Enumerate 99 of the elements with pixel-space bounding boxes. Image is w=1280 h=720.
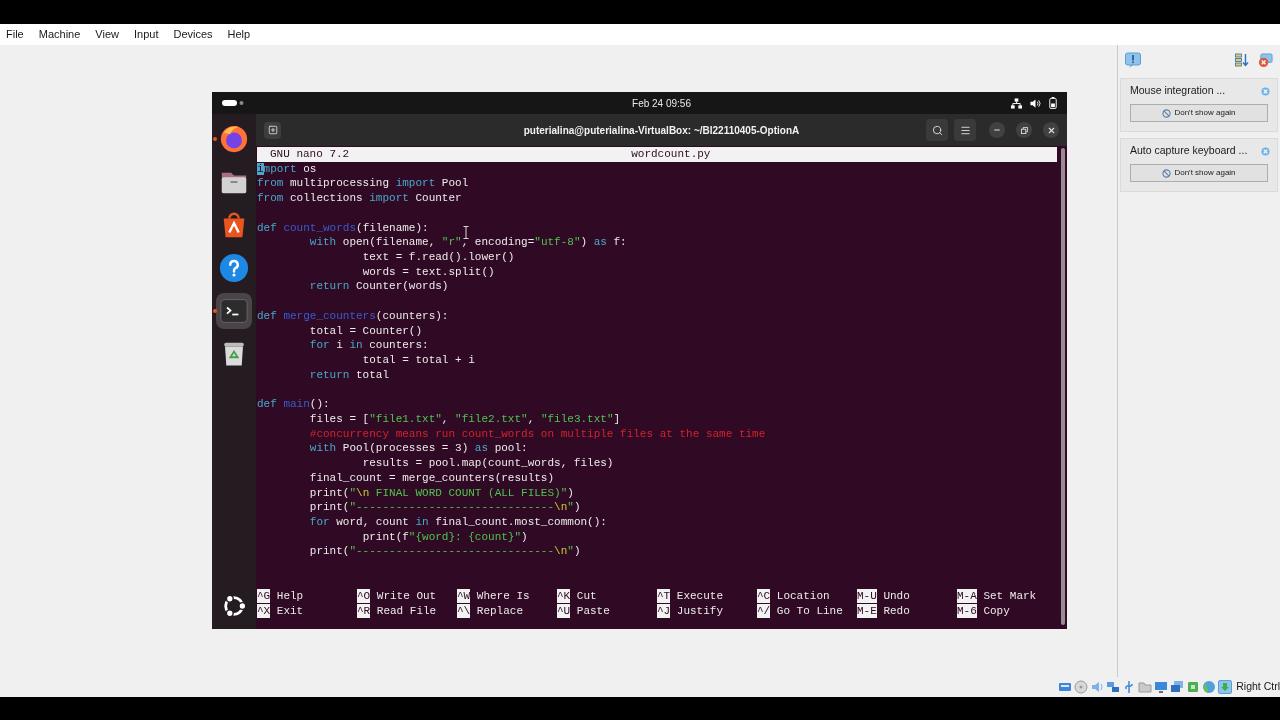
shortcut-label: Help	[276, 588, 304, 604]
shortcut-label: Write Out	[376, 588, 437, 604]
minimize-icon	[993, 126, 1001, 134]
shortcut-key: ^/	[757, 604, 771, 619]
shortcut-label: Execute	[676, 588, 723, 604]
code-line: from multiprocessing import Pool	[257, 176, 469, 192]
shortcut-key: ^R	[357, 604, 371, 619]
monitor-icon[interactable]	[1154, 680, 1169, 694]
code-line: print(f"{word}: {count}")	[362, 529, 528, 545]
scrollbar[interactable]	[1060, 148, 1065, 625]
menu-item[interactable]: Devices	[173, 26, 213, 43]
shortcut-key: ^T	[657, 589, 671, 604]
minimize-button[interactable]	[989, 122, 1005, 138]
shortcut-label: Undo	[883, 588, 910, 604]
code-line: results = pool.map(count_words, files)	[362, 456, 614, 471]
shortcut-label: Copy	[983, 603, 1010, 619]
dont-show-again-button[interactable]: Don't show again	[1130, 104, 1268, 122]
plus-square-icon	[267, 125, 278, 135]
battery-icon[interactable]	[1049, 97, 1057, 109]
clock[interactable]: Feb 24 09:56	[632, 95, 691, 111]
shortcut-key: ^\	[457, 604, 471, 619]
prohibited-icon	[1162, 108, 1172, 118]
close-all-icon[interactable]	[1258, 52, 1273, 68]
code-line: def count_words(filename):	[257, 220, 429, 236]
shortcut-key: ^W	[457, 589, 471, 604]
window-title: puterialina@puterialina-VirtualBox: ~/BI22110405-OptionA	[523, 123, 800, 138]
close-icon	[1046, 125, 1056, 135]
code-line: words = text.split()	[362, 264, 495, 280]
file-name: wordcount.py	[631, 147, 711, 162]
code-line: files = ["file1.txt", "file2.txt", "file3.txt"]	[309, 411, 621, 427]
code-line: from collections import Counter	[257, 191, 462, 206]
shortcut-label: Justify	[676, 603, 723, 619]
code-line: total = Counter()	[309, 323, 423, 339]
code-line: import os	[257, 161, 317, 177]
shortcut-label: Set Mark	[983, 588, 1037, 604]
shortcut-key: ^O	[357, 589, 371, 604]
shortcut-label: Exit	[276, 603, 304, 619]
prohibited-icon	[1162, 168, 1172, 178]
code-line: #concurrency means run count_words on multiple files at the same time	[309, 426, 766, 442]
menu-item[interactable]: Machine	[38, 26, 81, 43]
search-button[interactable]	[926, 119, 948, 141]
shortcut-label: Read File	[376, 603, 437, 619]
code-line: def merge_counters(counters):	[257, 308, 449, 324]
network-icon[interactable]	[1011, 97, 1022, 109]
shortcut-key: M-U	[857, 589, 877, 604]
code-line: with open(filename, "r", encoding="utf-8") as f:	[309, 235, 627, 251]
i-beam-cursor-icon	[463, 226, 469, 239]
code-line: final_count = merge_counters(results)	[309, 470, 555, 486]
notification-title: Mouse integration ...	[1130, 83, 1226, 99]
notification-icon[interactable]	[1125, 52, 1141, 68]
workspace-indicator-icon[interactable]	[222, 100, 244, 106]
code-line: with Pool(processes = 3) as pool:	[309, 441, 528, 457]
shortcut-label: Where Is	[476, 588, 530, 604]
sort-icon[interactable]	[1235, 53, 1249, 67]
code-line: print("------------------------------\n")	[309, 544, 581, 560]
help-icon	[219, 252, 249, 283]
shortcut-key: ^X	[257, 604, 271, 619]
shortcut-label: Paste	[576, 603, 610, 619]
code-line: print("------------------------------\n")	[309, 500, 581, 515]
code-line: return Counter(words)	[309, 279, 449, 295]
shortcut-key: M-A	[957, 589, 977, 604]
shortcut-key: ^C	[757, 589, 771, 604]
shortcut-key: ^G	[257, 589, 271, 604]
shortcut-label: Cut	[576, 588, 597, 604]
shortcut-key: ^J	[657, 604, 671, 619]
menu-item[interactable]: File	[6, 26, 24, 43]
shortcut-label: Location	[776, 588, 830, 604]
stacked-windows-icon[interactable]	[1170, 680, 1185, 694]
globe-icon	[219, 123, 249, 154]
dont-show-again-button[interactable]: Don't show again	[1130, 164, 1268, 182]
shortcut-label: Replace	[476, 603, 523, 619]
editor-version: GNU nano 7.2	[270, 147, 350, 162]
close-button[interactable]	[1043, 122, 1059, 138]
menu-icon	[959, 124, 971, 136]
shortcut-label: Redo	[883, 603, 910, 619]
shortcut-key: M-E	[857, 604, 877, 619]
shortcut-key: ^U	[557, 604, 571, 619]
host-key-label: Right Ctrl	[1236, 679, 1280, 695]
code-line: return total	[309, 367, 390, 383]
code-line: for i in counters:	[309, 338, 429, 354]
terminal-icon	[220, 296, 248, 325]
code-line: for word, count in final_count.most_common():	[309, 514, 607, 530]
volume-icon[interactable]	[1030, 97, 1041, 109]
restore-button[interactable]	[1016, 122, 1032, 138]
notification-title: Auto capture keyboard ...	[1130, 143, 1248, 159]
menu-item[interactable]: View	[95, 26, 119, 43]
menu-item[interactable]: Input	[133, 26, 159, 43]
code-line: text = f.read().lower()	[362, 250, 515, 265]
code-line: print("\n FINAL WORD COUNT (ALL FILES)")	[309, 485, 574, 501]
shortcut-key: ^K	[557, 589, 571, 604]
code-line: total = total + i	[362, 353, 475, 368]
restore-icon	[1020, 126, 1028, 134]
new-tab-button[interactable]	[264, 121, 281, 139]
search-icon	[931, 124, 943, 136]
code-line: def main():	[257, 397, 330, 412]
menu-item[interactable]: Help	[227, 26, 251, 43]
shortcut-key: M-6	[957, 604, 977, 619]
shortcut-label: Go To Line	[776, 603, 843, 619]
menu-button[interactable]	[954, 119, 976, 141]
